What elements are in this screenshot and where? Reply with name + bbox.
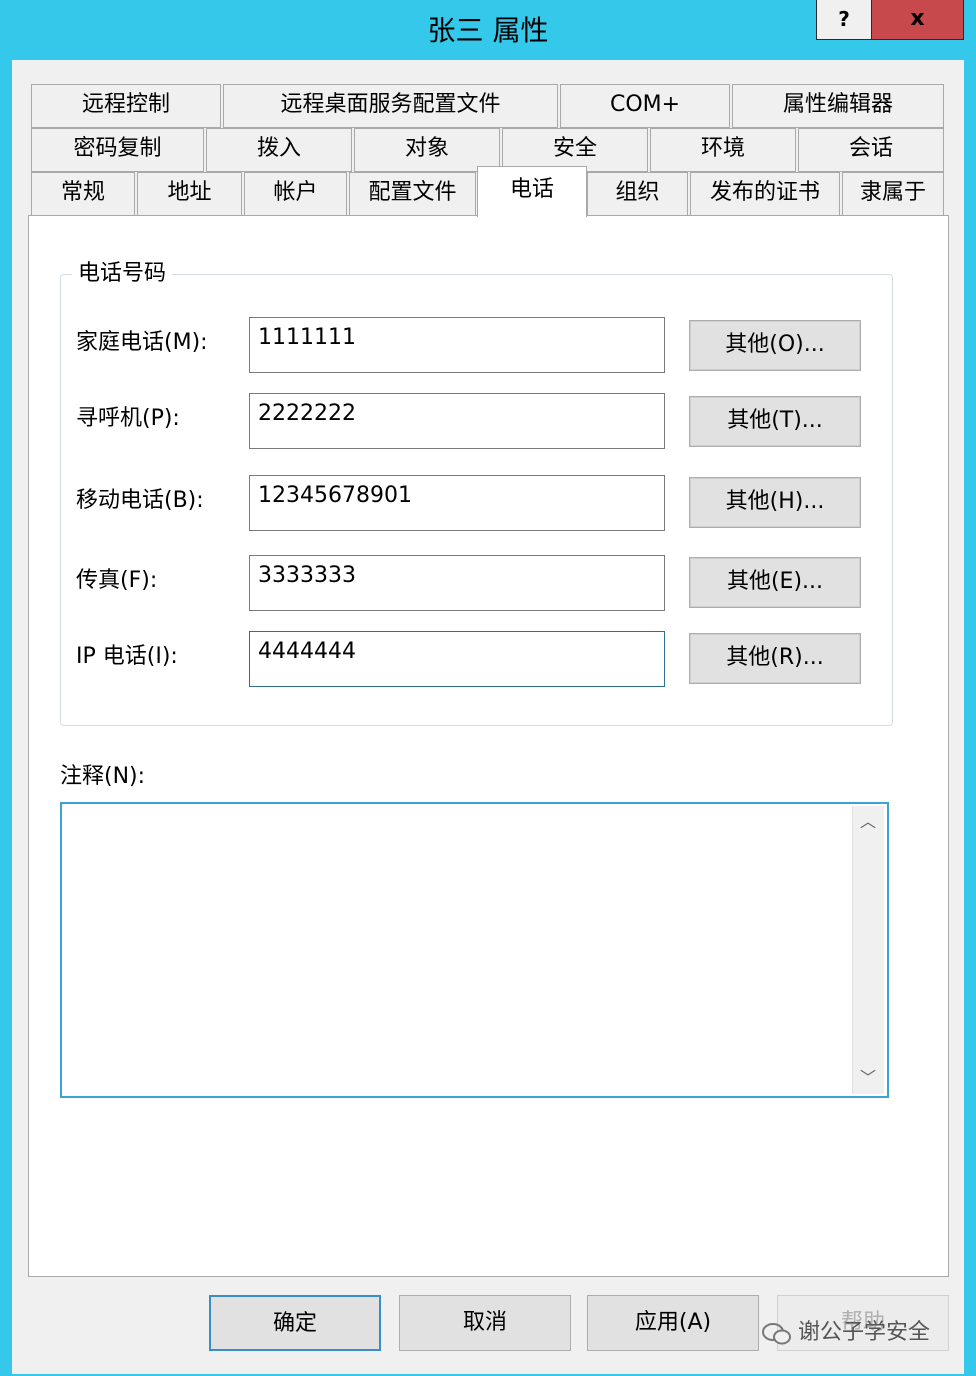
home-phone-input[interactable]: 1111111 bbox=[249, 317, 665, 373]
tab-organization[interactable]: 组织 bbox=[587, 172, 688, 216]
help-title-button[interactable]: ? bbox=[816, 0, 872, 40]
cancel-button[interactable]: 取消 bbox=[399, 1295, 571, 1351]
scroll-up-icon[interactable]: ︿ bbox=[852, 806, 884, 838]
wechat-icon bbox=[762, 1323, 791, 1345]
home-phone-label: 家庭电话(M): bbox=[76, 330, 208, 355]
pager-label: 寻呼机(P): bbox=[76, 406, 180, 431]
ok-button[interactable]: 确定 bbox=[209, 1295, 381, 1351]
tab-member-of[interactable]: 隶属于 bbox=[842, 172, 944, 216]
tab-rds-profile[interactable]: 远程桌面服务配置文件 bbox=[223, 84, 558, 128]
fax-label: 传真(F): bbox=[76, 568, 158, 593]
mobile-label: 移动电话(B): bbox=[76, 488, 204, 513]
close-button[interactable]: x bbox=[872, 0, 964, 40]
fax-other-button[interactable]: 其他(E)... bbox=[689, 557, 861, 608]
tab-remote-control[interactable]: 远程控制 bbox=[31, 84, 221, 128]
tab-environment[interactable]: 环境 bbox=[650, 128, 796, 172]
tab-dial-in[interactable]: 拨入 bbox=[206, 128, 352, 172]
tab-address[interactable]: 地址 bbox=[137, 172, 242, 216]
pager-other-button[interactable]: 其他(T)... bbox=[689, 396, 861, 447]
apply-button[interactable]: 应用(A) bbox=[587, 1295, 759, 1351]
scroll-down-icon[interactable]: ﹀ bbox=[852, 1062, 884, 1094]
home-phone-other-button[interactable]: 其他(O)... bbox=[689, 320, 861, 371]
fax-input[interactable]: 3333333 bbox=[249, 555, 665, 611]
notes-textarea[interactable] bbox=[60, 802, 889, 1098]
tab-general[interactable]: 常规 bbox=[31, 172, 135, 216]
tab-password-replication[interactable]: 密码复制 bbox=[31, 128, 204, 172]
tab-sessions[interactable]: 会话 bbox=[798, 128, 944, 172]
notes-label: 注释(N): bbox=[60, 764, 146, 789]
ip-phone-other-button[interactable]: 其他(R)... bbox=[689, 633, 861, 684]
tab-com-plus[interactable]: COM+ bbox=[560, 84, 730, 128]
tab-telephones[interactable]: 电话 bbox=[477, 166, 587, 217]
tab-published-certificates[interactable]: 发布的证书 bbox=[690, 172, 840, 216]
mobile-input[interactable]: 12345678901 bbox=[249, 475, 665, 531]
pager-input[interactable]: 2222222 bbox=[249, 393, 665, 449]
watermark-text: 谢公子学安全 bbox=[798, 1320, 931, 1345]
tab-attribute-editor[interactable]: 属性编辑器 bbox=[732, 84, 944, 128]
ip-phone-input[interactable]: 4444444 bbox=[249, 631, 665, 687]
ip-phone-label: IP 电话(I): bbox=[76, 644, 178, 669]
notes-scrollbar[interactable] bbox=[852, 806, 884, 1094]
mobile-other-button[interactable]: 其他(H)... bbox=[689, 477, 861, 528]
phone-numbers-legend: 电话号码 bbox=[72, 260, 173, 288]
tab-profile[interactable]: 配置文件 bbox=[349, 172, 476, 216]
tab-account[interactable]: 帐户 bbox=[244, 172, 347, 216]
